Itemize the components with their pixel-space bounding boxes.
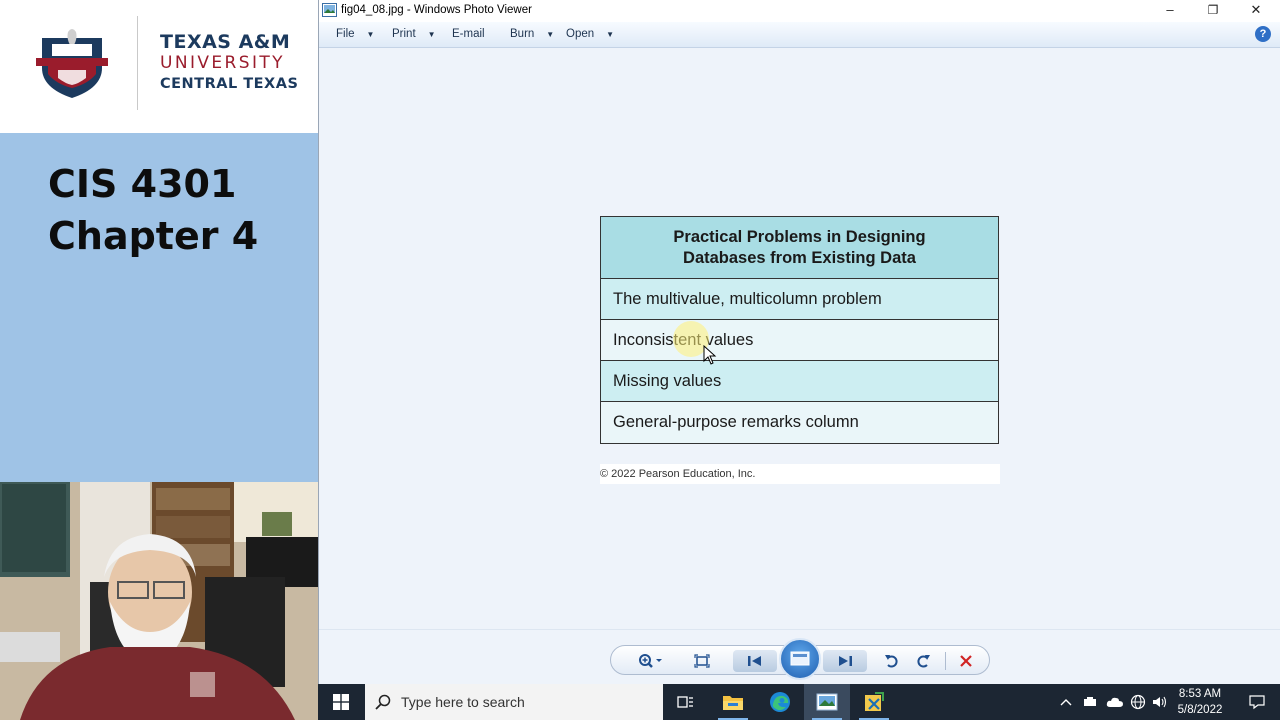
caret-down-icon: ▼ [427,30,436,39]
wordmark-line-3: CENTRAL TEXAS [160,76,299,92]
university-logo-bar: TEXAS A&M UNIVERSITY CENTRAL TEXAS [0,0,318,133]
taskbar-app[interactable] [851,684,897,720]
caret-down-icon: ▼ [606,30,615,39]
caret-down-icon: ▼ [366,30,375,39]
onedrive-cloud-icon[interactable] [1106,695,1124,709]
previous-icon [748,656,761,666]
figure-header-line-2: Databases from Existing Data [683,248,916,267]
window-titlebar: fig04_08.jpg - Windows Photo Viewer – ❐ … [319,0,1280,22]
minimize-button[interactable]: – [1149,0,1191,22]
figure-header: Practical Problems in Designing Database… [601,217,998,279]
clock-date: 5/8/2022 [1177,704,1223,716]
task-view-button[interactable] [663,684,709,720]
menu-email[interactable]: E-mail [452,28,485,40]
webcam-feed [0,482,318,720]
zoom-button[interactable] [633,646,669,676]
taskbar-photo-viewer[interactable] [804,684,850,720]
menu-file-label: File [336,28,355,40]
taskbar-search[interactable]: Type here to search [365,684,663,720]
slide-title: CIS 4301 Chapter 4 [48,158,258,262]
task-view-icon [677,696,693,708]
university-shield-logo [36,29,108,98]
menu-email-label: E-mail [452,28,485,40]
rotate-clockwise-button[interactable] [910,646,936,676]
rotate-left-icon [885,655,898,668]
rotate-counterclockwise-button[interactable] [879,646,905,676]
clock-time: 8:53 AM [1178,688,1222,700]
figure-copyright: © 2022 Pearson Education, Inc. [600,464,1000,484]
close-button[interactable]: ✕ [1235,0,1277,22]
menu-open[interactable]: Open ▼ [566,28,614,40]
caret-down-icon: ▼ [546,30,555,39]
delete-button[interactable] [951,646,981,676]
chevron-up-icon[interactable] [1060,697,1072,707]
zoom-icon [639,654,662,668]
figure-header-line-1: Practical Problems in Designing [673,227,926,246]
photo-viewer-window: fig04_08.jpg - Windows Photo Viewer – ❐ … [318,0,1280,684]
figure-row-text: Missing values [613,371,722,390]
slideshow-button[interactable] [779,638,821,680]
slide-title-chapter: Chapter 4 [48,214,259,258]
photo-viewer-taskbar-icon [816,693,838,711]
network-globe-icon[interactable] [1130,694,1146,710]
next-button[interactable] [823,650,867,672]
slide-title-course: CIS 4301 [48,162,237,206]
screen: TEXAS A&M UNIVERSITY CENTRAL TEXAS CIS 4… [0,0,1280,720]
displayed-figure: Practical Problems in Designing Database… [600,216,1000,464]
logo-divider [137,16,138,110]
university-wordmark: TEXAS A&M UNIVERSITY CENTRAL TEXAS [160,32,298,95]
folder-icon [723,696,743,710]
figure-row: The multivalue, multicolumn problem [601,279,998,320]
taskbar: Type here to search 8:53 AM 5/8/2022 [318,684,1280,720]
device-icon[interactable] [1082,695,1098,709]
restore-button[interactable]: ❐ [1192,0,1234,22]
windows-logo-icon [333,694,349,710]
viewer-navigation-bar [319,629,1280,684]
window-title: fig04_08.jpg - Windows Photo Viewer [341,4,532,16]
webcam-image [0,482,318,720]
start-button[interactable] [318,684,364,720]
next-icon [839,656,852,666]
edge-browser-icon [770,692,790,712]
slide-panel: TEXAS A&M UNIVERSITY CENTRAL TEXAS CIS 4… [0,0,318,720]
wordmark-line-1: TEXAS A&M [160,31,291,53]
rotate-right-icon [917,655,930,668]
photo-viewer-icon [322,3,337,17]
actual-size-button[interactable] [687,646,717,676]
taskbar-file-explorer[interactable] [710,684,756,720]
notifications-button[interactable] [1234,684,1280,720]
menu-bar: File ▼ Print ▼ E-mail Burn ▼ Open ▼ ? [319,22,1280,48]
menu-burn[interactable]: Burn ▼ [510,28,554,40]
notification-center-icon [1249,695,1265,710]
figure-table: Practical Problems in Designing Database… [600,216,999,444]
image-canvas: Practical Problems in Designing Database… [319,49,1280,629]
search-icon [375,694,391,710]
previous-button[interactable] [733,650,777,672]
wordmark-line-2: UNIVERSITY [160,53,285,73]
nav-divider [945,652,946,670]
taskbar-edge[interactable] [757,684,803,720]
help-icon[interactable]: ? [1255,26,1271,42]
menu-burn-label: Burn [510,28,535,40]
application-icon [865,692,884,711]
figure-row: Inconsistent values [601,320,998,361]
actual-size-icon [694,654,710,668]
mouse-cursor-icon [703,345,717,365]
volume-icon[interactable] [1152,695,1168,709]
menu-print-label: Print [392,28,416,40]
menu-open-label: Open [566,28,595,40]
figure-row: Missing values [601,361,998,402]
delete-icon [960,655,972,667]
taskbar-clock[interactable]: 8:53 AM 5/8/2022 [1170,686,1230,718]
figure-row-text: General-purpose remarks column [613,413,859,431]
slideshow-icon [790,651,810,666]
menu-file[interactable]: File ▼ [336,28,374,40]
figure-row: General-purpose remarks column [601,402,998,443]
system-tray [1060,684,1168,720]
menu-print[interactable]: Print ▼ [392,28,436,40]
search-placeholder: Type here to search [401,694,525,710]
figure-row-text: The multivalue, multicolumn problem [613,289,882,308]
